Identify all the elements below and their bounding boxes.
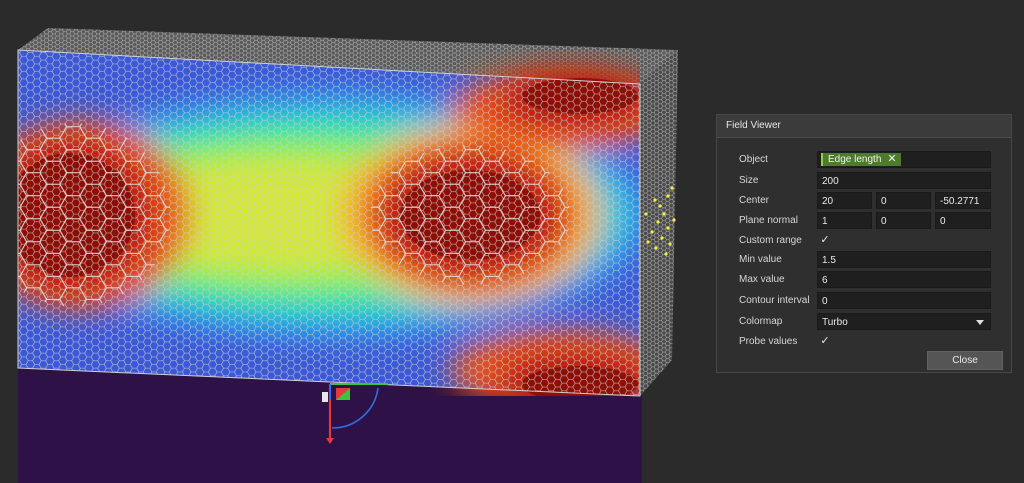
plane-normal-label: Plane normal [739,215,798,226]
probe-values-row: Probe values ✓ [717,333,1013,351]
max-value-label: Max value [739,274,785,285]
center-z-input[interactable]: -50.2771 [935,192,991,209]
contour-interval-input[interactable]: 0 [817,292,991,309]
field-viewer-panel: Field Viewer Object Edge length ✕ Size 20… [716,114,1012,373]
panel-title: Field Viewer [717,115,1011,138]
normal-z-input[interactable]: 0 [935,212,991,229]
size-input[interactable]: 200 [817,172,991,189]
custom-range-row: Custom range ✓ [717,232,1013,250]
normal-x-input[interactable]: 1 [817,212,872,229]
close-icon[interactable]: ✕ [887,153,896,165]
center-y-input[interactable]: 0 [876,192,931,209]
center-label: Center [739,195,770,206]
center-row: Center 20 0 -50.2771 [717,192,1013,210]
custom-range-checkbox[interactable]: ✓ [818,233,832,247]
chevron-down-icon [976,320,984,325]
field-slice [18,50,640,396]
object-selector[interactable]: Edge length ✕ [817,151,991,168]
min-value-label: Min value [739,254,782,265]
object-chip[interactable]: Edge length ✕ [821,153,901,166]
colormap-row: Colormap Turbo [717,313,1013,331]
normal-y-input[interactable]: 0 [876,212,931,229]
center-x-input[interactable]: 20 [817,192,872,209]
max-value-row: Max value 6 [717,271,1013,289]
colormap-value: Turbo [822,317,848,328]
contour-row: Contour interval 0 [717,292,1013,310]
min-value-row: Min value 1.5 [717,251,1013,269]
contour-interval-label: Contour interval [739,295,810,306]
object-row: Object Edge length ✕ [717,151,1013,169]
min-value-input[interactable]: 1.5 [817,251,991,268]
size-label: Size [739,175,759,186]
object-chip-label: Edge length [828,154,882,165]
close-button[interactable]: Close [927,351,1003,370]
max-value-input[interactable]: 6 [817,271,991,288]
colormap-select[interactable]: Turbo [817,313,991,330]
colormap-label: Colormap [739,316,783,327]
object-label: Object [739,154,768,165]
probe-values-label: Probe values [739,336,798,347]
plane-normal-row: Plane normal 1 0 0 [717,212,1013,230]
custom-range-label: Custom range [739,235,802,246]
probe-values-checkbox[interactable]: ✓ [818,334,832,348]
size-row: Size 200 [717,172,1013,190]
